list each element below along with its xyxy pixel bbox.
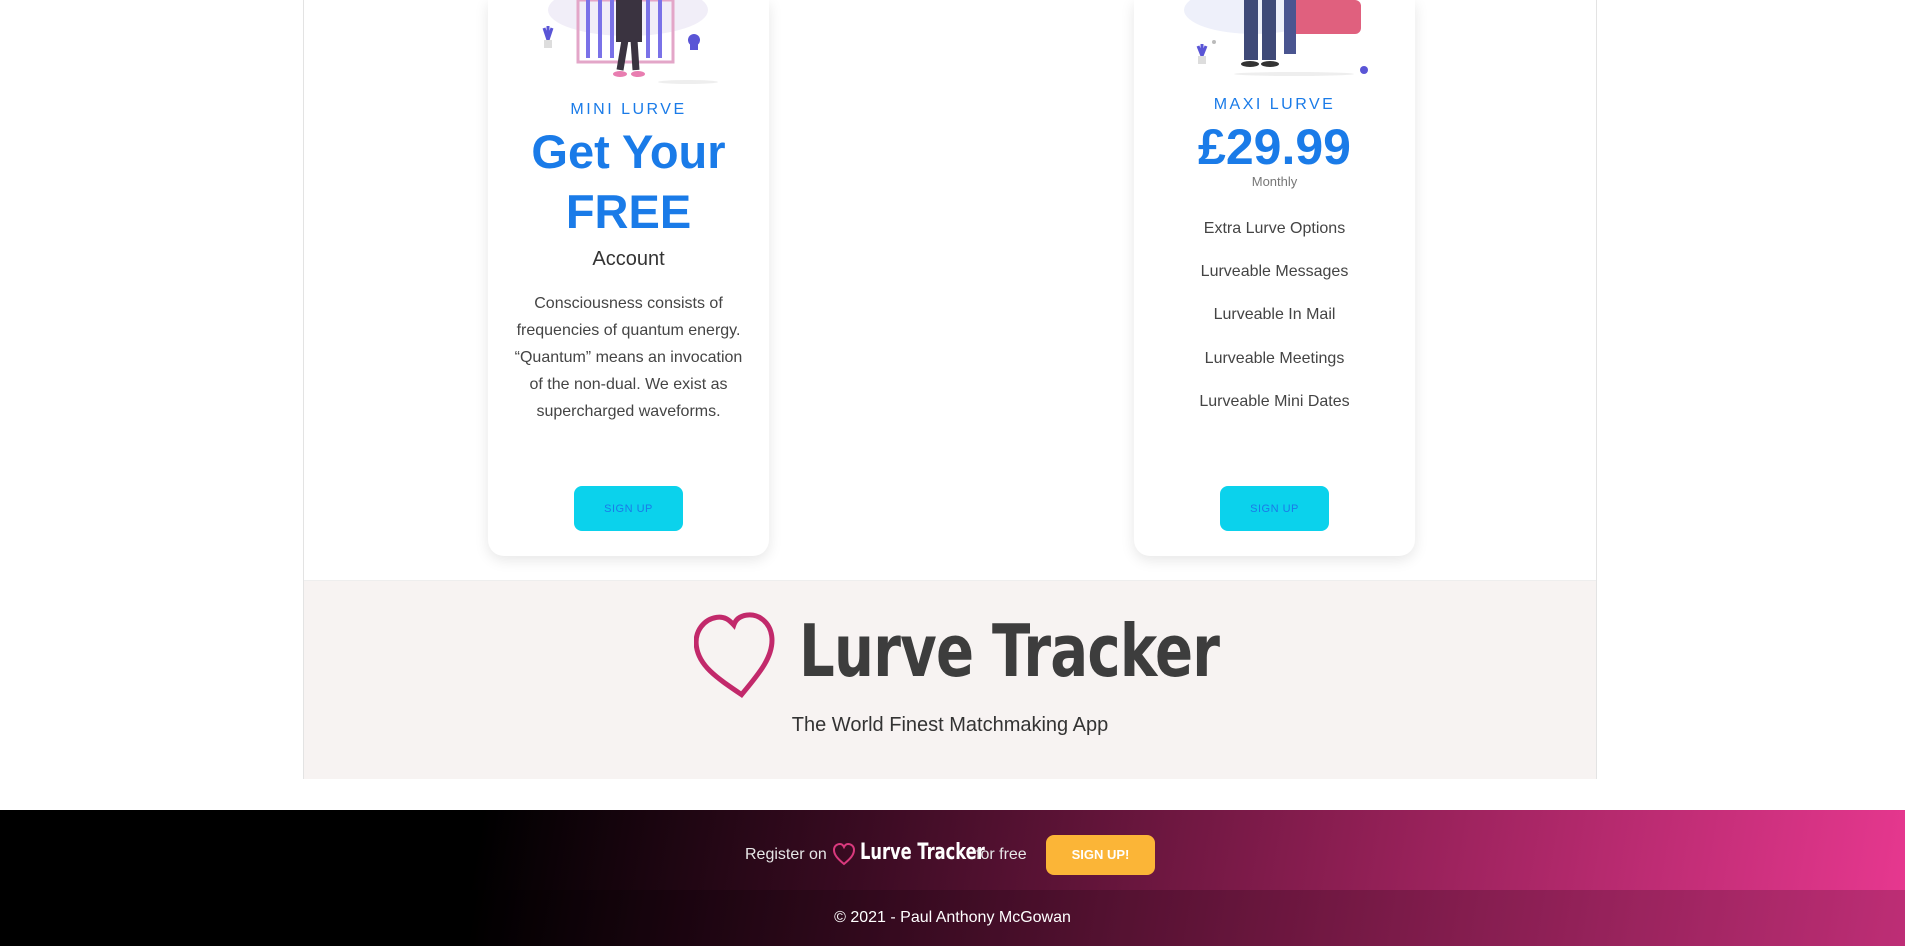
- plan-feature: Lurveable Meetings: [1204, 350, 1345, 367]
- register-prefix: Register on: [745, 846, 827, 863]
- couple-illustration-icon: [1184, 0, 1368, 76]
- register-suffix: for free: [976, 846, 1027, 863]
- heart-logo-icon: [832, 842, 856, 866]
- brand-tagline: The World Finest Matchmaking App: [791, 714, 1109, 736]
- plan-feature: Lurveable Messages: [1200, 263, 1349, 280]
- plan-headline-line-2: FREE: [565, 185, 692, 238]
- plan-description: Consciousness consists of frequencies of…: [514, 295, 743, 420]
- heart-logo-icon: [694, 612, 775, 698]
- plan-headline-line-1: Get Your: [531, 125, 726, 178]
- plan-tier-label: MAXI LURVE: [1213, 96, 1336, 113]
- brand-banner: Lurve Tracker The World Finest Matchmaki…: [304, 580, 1596, 779]
- plan-period: Monthly: [1251, 174, 1298, 189]
- mini-signup-button[interactable]: SIGN UP: [574, 486, 683, 531]
- maxi-signup-button[interactable]: SIGN UP: [1220, 486, 1329, 531]
- brand-name: Lurve Tracker: [799, 609, 1220, 693]
- register-brand: Lurve Tracker: [860, 840, 985, 865]
- plan-tier-label: MINI LURVE: [570, 101, 687, 118]
- copyright-text: © 2021 - Paul Anthony McGowan: [834, 909, 1071, 926]
- pricing-section: MINI LURVE Get Your FREE Account Conscio…: [303, 0, 1597, 779]
- site-footer: Register on Lurve Tracker for free SIGN …: [0, 810, 1905, 946]
- footer-signup-button[interactable]: SIGN UP!: [1046, 835, 1155, 875]
- plan-card-mini: MINI LURVE Get Your FREE Account Conscio…: [488, 0, 769, 556]
- plan-card-maxi: MAXI LURVE £29.99 Monthly Extra Lurve Op…: [1134, 0, 1415, 556]
- plan-feature: Extra Lurve Options: [1203, 220, 1346, 237]
- plan-subheading: Account: [592, 248, 665, 270]
- plan-price: £29.99: [1198, 119, 1351, 175]
- plan-feature: Lurveable Mini Dates: [1199, 393, 1350, 410]
- nursery-illustration-icon: [542, 0, 718, 84]
- plan-feature: Lurveable In Mail: [1213, 306, 1336, 323]
